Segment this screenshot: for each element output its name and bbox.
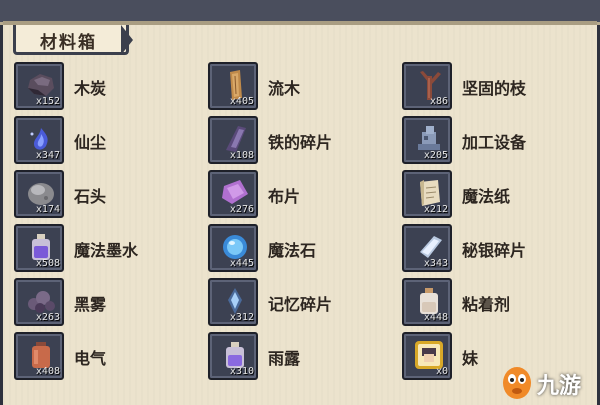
item-count: x174 <box>35 204 60 215</box>
item-count: x405 <box>229 96 254 107</box>
item-count: x263 <box>35 312 60 323</box>
item-slot[interactable]: x276 <box>208 170 258 218</box>
nine-game-logo-icon <box>503 367 531 399</box>
item-count: x276 <box>229 204 254 215</box>
item-name: 魔法纸 <box>462 187 511 206</box>
item-slot[interactable]: x405 <box>208 62 258 110</box>
item-slot[interactable]: x310 <box>208 332 258 380</box>
item-black-mist[interactable]: x263 黑雾 <box>14 278 194 326</box>
item-memory-fragment[interactable]: x312 记忆碎片 <box>208 278 388 326</box>
item-slot[interactable]: x347 <box>14 116 64 164</box>
item-stone[interactable]: x174 石头 <box>14 170 194 218</box>
item-count: x212 <box>423 204 448 215</box>
item-slot[interactable]: x86 <box>402 62 452 110</box>
materials-panel: 材料箱 x152 木炭 x405 流木 x86 坚固的枝 x347 仙尘 x10… <box>3 21 597 405</box>
item-count: x152 <box>35 96 60 107</box>
item-magic-paper[interactable]: x212 魔法纸 <box>402 170 582 218</box>
item-slot[interactable]: x445 <box>208 224 258 272</box>
item-name: 坚固的枝 <box>462 79 527 98</box>
item-name: 魔法墨水 <box>74 241 139 260</box>
item-slot[interactable]: x212 <box>402 170 452 218</box>
tab-notch <box>121 25 133 55</box>
item-name: 粘着剂 <box>462 295 511 314</box>
materials-tab[interactable]: 材料箱 <box>13 25 129 55</box>
item-name: 石头 <box>74 187 107 206</box>
item-name: 加工设备 <box>462 133 527 152</box>
item-name: 铁的碎片 <box>268 133 333 152</box>
item-charcoal[interactable]: x152 木炭 <box>14 62 194 110</box>
item-slot[interactable]: x0 <box>402 332 452 380</box>
item-slot[interactable]: x152 <box>14 62 64 110</box>
item-count: x108 <box>229 150 254 161</box>
item-count: x508 <box>35 258 60 269</box>
item-count: x310 <box>229 366 254 377</box>
item-count: x448 <box>423 312 448 323</box>
item-name: 秘银碎片 <box>462 241 527 260</box>
panel-title: 材料箱 <box>40 33 97 53</box>
item-adhesive[interactable]: x448 粘着剂 <box>402 278 582 326</box>
item-name: 布片 <box>268 187 301 206</box>
item-slot[interactable]: x408 <box>14 332 64 380</box>
item-name: 木炭 <box>74 79 107 98</box>
item-name: 电气 <box>74 349 107 368</box>
item-cloth-piece[interactable]: x276 布片 <box>208 170 388 218</box>
watermark: 九游 <box>499 361 589 401</box>
item-mithril-fragment[interactable]: x343 秘银碎片 <box>402 224 582 272</box>
item-name: 魔法石 <box>268 241 317 260</box>
item-slot[interactable]: x343 <box>402 224 452 272</box>
item-slot[interactable]: x108 <box>208 116 258 164</box>
item-slot[interactable]: x508 <box>14 224 64 272</box>
item-sturdy-branch[interactable]: x86 坚固的枝 <box>402 62 582 110</box>
item-count: x312 <box>229 312 254 323</box>
item-driftwood[interactable]: x405 流木 <box>208 62 388 110</box>
item-slot[interactable]: x174 <box>14 170 64 218</box>
item-name: 黑雾 <box>74 295 107 314</box>
item-count: x343 <box>423 258 448 269</box>
item-name: 仙尘 <box>74 133 107 152</box>
item-name: 雨露 <box>268 349 301 368</box>
item-count: x86 <box>429 96 448 107</box>
item-slot[interactable]: x312 <box>208 278 258 326</box>
item-count: x445 <box>229 258 254 269</box>
item-count: x347 <box>35 150 60 161</box>
item-count: x0 <box>435 366 448 377</box>
item-slot[interactable]: x263 <box>14 278 64 326</box>
game-window: 材料箱 x152 木炭 x405 流木 x86 坚固的枝 x347 仙尘 x10… <box>0 0 600 405</box>
item-magic-stone[interactable]: x445 魔法石 <box>208 224 388 272</box>
watermark-text: 九游 <box>537 374 582 399</box>
item-name: 记忆碎片 <box>268 295 333 314</box>
item-slot[interactable]: x448 <box>402 278 452 326</box>
item-name: 流木 <box>268 79 301 98</box>
item-processing-device[interactable]: x205 加工设备 <box>402 116 582 164</box>
item-iron-fragment[interactable]: x108 铁的碎片 <box>208 116 388 164</box>
item-count: x408 <box>35 366 60 377</box>
item-slot[interactable]: x205 <box>402 116 452 164</box>
item-electricity[interactable]: x408 电气 <box>14 332 194 380</box>
item-name: 妹 <box>462 349 479 368</box>
item-rain-dew[interactable]: x310 雨露 <box>208 332 388 380</box>
item-count: x205 <box>423 150 448 161</box>
item-magic-ink[interactable]: x508 魔法墨水 <box>14 224 194 272</box>
item-fairy-dust[interactable]: x347 仙尘 <box>14 116 194 164</box>
